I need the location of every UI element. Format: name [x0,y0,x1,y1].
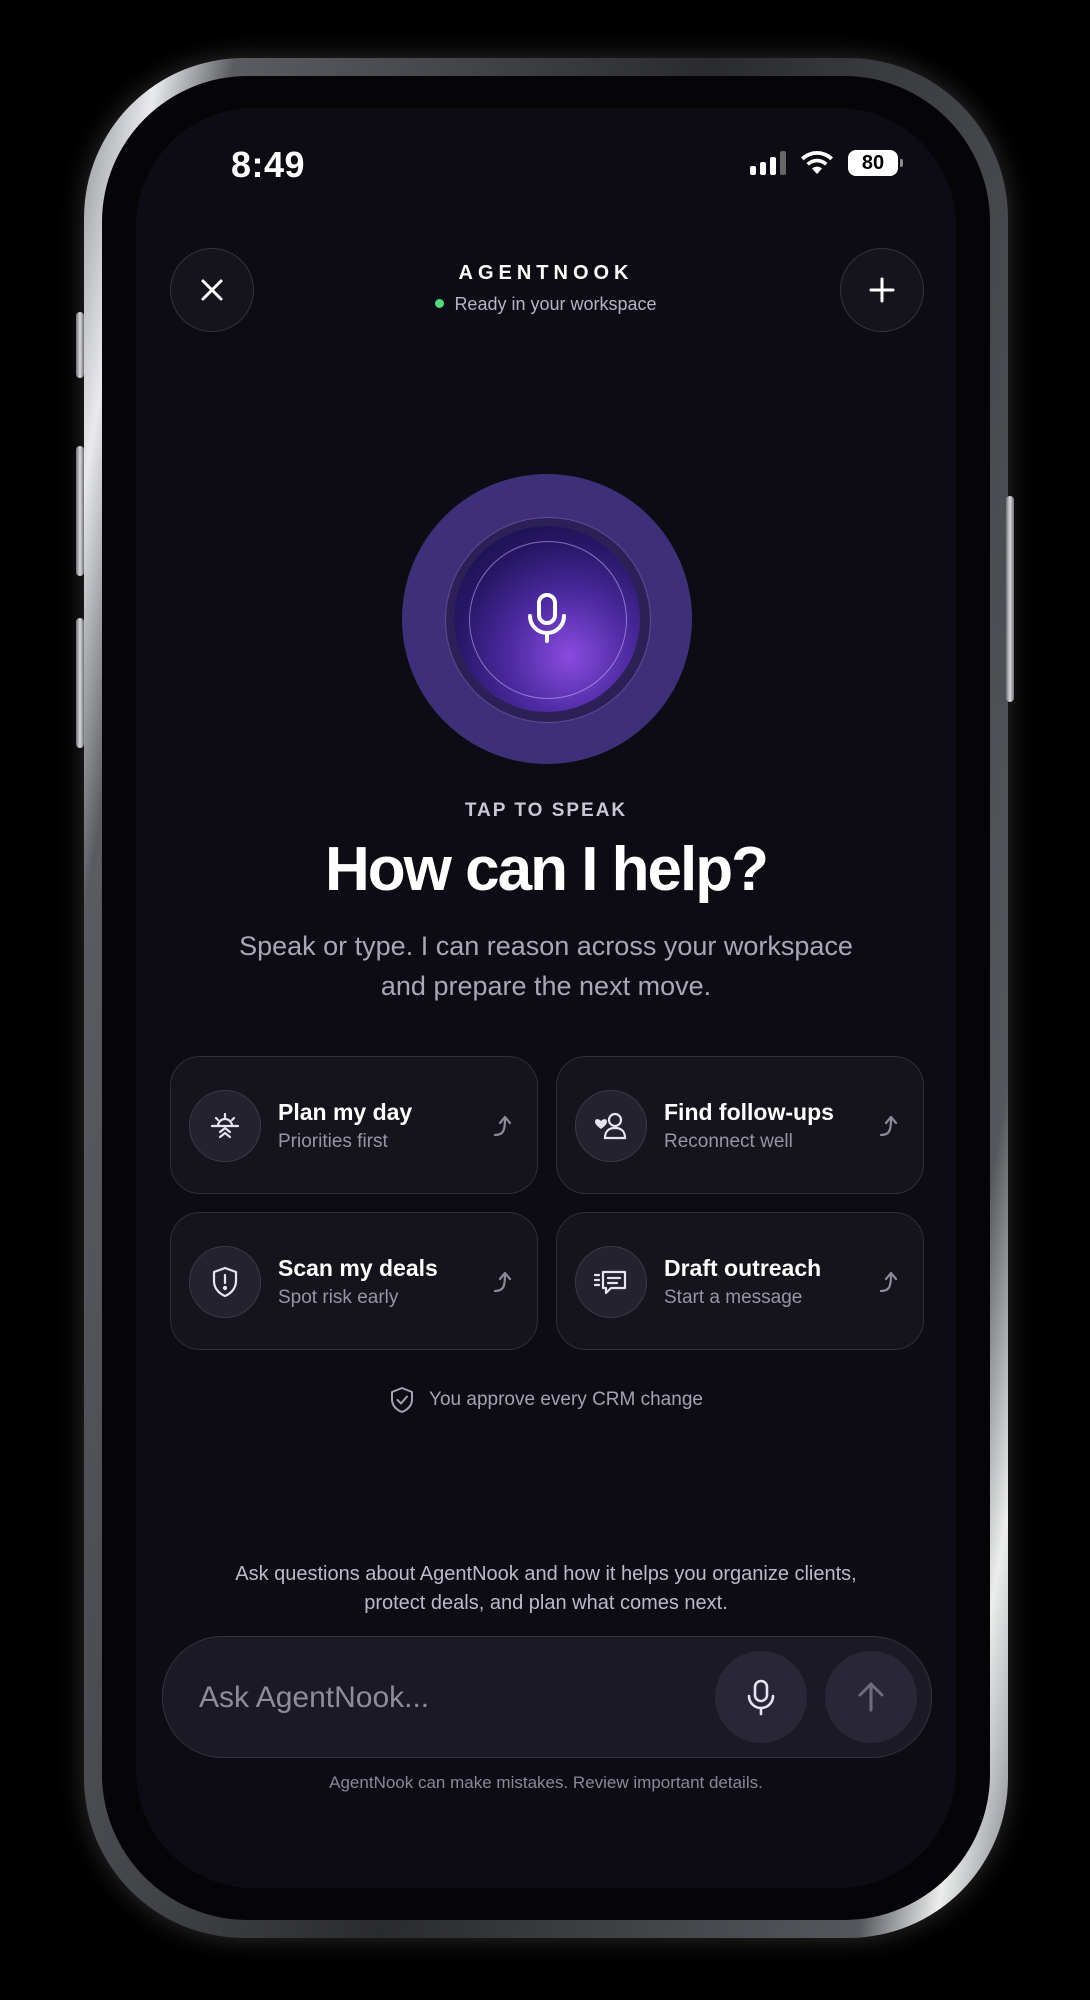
arrow-up-right-icon [879,1115,898,1137]
workspace-status: Ready in your workspace [136,294,956,315]
close-button[interactable] [170,248,254,332]
tap-to-speak-label: TAP TO SPEAK [464,800,628,821]
arrow-up-right-icon [493,1115,512,1137]
app-title: AGENTNOOK [458,262,634,284]
suggestion-scan-my-deals[interactable]: Scan my deals Spot risk early [170,1212,538,1350]
arrow-up-right-icon [493,1271,512,1293]
sunrise-icon [189,1090,261,1162]
composer [162,1636,932,1758]
heart-person-icon [575,1090,647,1162]
shield-check-icon [391,1387,414,1413]
action-button [76,312,84,378]
battery-icon: 80 [848,150,903,176]
shield-alert-icon [189,1246,261,1318]
approval-note-text: You approve every CRM change [429,1389,703,1410]
arrow-up-icon [858,1682,884,1712]
card-subtitle: Priorities first [278,1131,388,1152]
wifi-icon [801,151,833,174]
volume-down-button [76,618,84,748]
subtitle: Speak or type. I can reason across your … [239,931,853,1001]
message-lines-icon [575,1246,647,1318]
approval-note: You approve every CRM change [136,1386,956,1414]
message-input[interactable] [197,1667,701,1729]
disclaimer: AgentNook can make mistakes. Review impo… [329,1773,763,1792]
send-button[interactable] [825,1651,917,1743]
power-button [1006,496,1014,702]
status-time: 8:49 [231,144,306,185]
status-dot [435,299,445,308]
info-text: Ask questions about AgentNook and how it… [235,1563,857,1614]
headline: How can I help? [325,835,769,904]
card-title: Find follow-ups [664,1099,834,1125]
arrow-up-right-icon [879,1271,898,1293]
card-title: Draft outreach [664,1255,822,1281]
cellular-signal-icon [750,151,786,175]
card-title: Scan my deals [278,1255,438,1281]
card-subtitle: Spot risk early [278,1287,399,1308]
microphone-icon [747,1679,775,1716]
workspace-status-text: Ready in your workspace [454,294,657,314]
status-icons: 80 [750,150,903,176]
suggestion-plan-my-day[interactable]: Plan my day Priorities first [170,1056,538,1194]
app-screen: 8:49 80 AGENTNOOK Ready in your workspac… [136,108,956,1888]
card-subtitle: Reconnect well [664,1131,793,1152]
card-title: Plan my day [278,1099,413,1125]
new-chat-button[interactable] [840,248,924,332]
card-subtitle: Start a message [664,1287,803,1308]
suggestion-draft-outreach[interactable]: Draft outreach Start a message [556,1212,924,1350]
volume-up-button [76,446,84,576]
suggestion-find-follow-ups[interactable]: Find follow-ups Reconnect well [556,1056,924,1194]
microphone-icon [528,593,566,643]
voice-input-button[interactable] [715,1651,807,1743]
plus-icon [869,277,895,303]
